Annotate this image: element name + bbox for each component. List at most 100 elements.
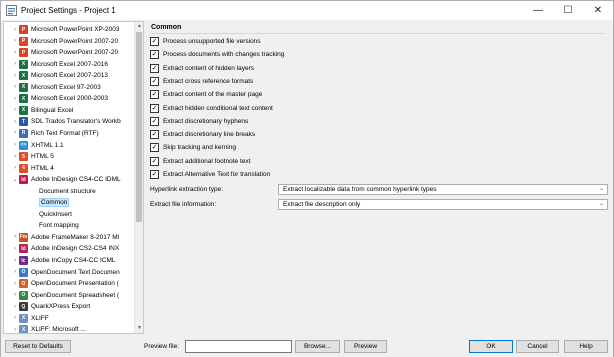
expand-arrow-icon[interactable]: › [11, 154, 19, 160]
close-button[interactable]: ✕ [583, 1, 613, 20]
expand-arrow-icon[interactable]: › [11, 258, 19, 264]
tree-item[interactable]: › X Bilingual Excel [4, 105, 135, 116]
tree-scrollbar[interactable]: ▲ ▼ [134, 22, 143, 333]
checkbox-check-icon[interactable]: ✓ [150, 90, 159, 100]
scrollbar-thumb[interactable] [136, 32, 142, 222]
option-checkbox[interactable]: ✓ Skip tracking and kerning [150, 142, 236, 153]
tree-item[interactable]: ⌄ Id Adobe InDesign CS4-CC IDML [4, 174, 135, 185]
tree-item[interactable]: › 4 HTML 4 [4, 163, 135, 174]
expand-arrow-icon[interactable]: › [11, 73, 19, 79]
option-checkbox[interactable]: ✓ Extract content of hidden layers [150, 63, 254, 74]
expand-arrow-icon[interactable]: › [11, 50, 19, 56]
cancel-button[interactable]: Cancel [516, 340, 559, 353]
option-checkbox[interactable]: ✓ Extract discretionary hyphens [150, 116, 248, 127]
option-checkbox[interactable]: ✓ Extract Alternative Text for translatio… [150, 169, 270, 180]
expand-arrow-icon[interactable]: › [11, 38, 19, 44]
expand-arrow-icon[interactable]: › [11, 281, 19, 287]
expand-arrow-icon[interactable]: › [11, 304, 19, 310]
tree-item[interactable]: › X XLIFF: Microsoft ... [4, 324, 135, 333]
tree-item-label: QuarkXPress Export [31, 303, 91, 311]
settings-tree[interactable]: › P Microsoft PowerPoint XP-2003 › P Microsof… [3, 21, 144, 334]
expand-arrow-icon[interactable]: › [11, 165, 19, 171]
tree-item[interactable]: › O OpenDocument Presentation ( [4, 278, 135, 289]
checkbox-check-icon[interactable]: ✓ [150, 37, 159, 46]
dialog-content: › P Microsoft PowerPoint XP-2003 › P Microsof… [1, 20, 613, 336]
expand-arrow-icon[interactable]: › [11, 119, 19, 125]
scroll-down-arrow-icon[interactable]: ▼ [135, 324, 143, 333]
option-checkbox[interactable]: ✓ Process unsupported file versions [150, 36, 261, 47]
collapse-arrow-icon[interactable]: ⌄ [11, 176, 19, 183]
checkbox-label: Extract Alternative Text for translation [163, 171, 271, 178]
checkbox-label: Extract hidden conditional text content [163, 104, 273, 112]
file-type-icon: Fm [19, 232, 28, 242]
help-button[interactable]: Help [564, 340, 608, 353]
scroll-up-arrow-icon[interactable]: ▲ [135, 22, 143, 31]
preview-file-label: Preview file: [144, 343, 180, 350]
tree-item[interactable]: › T SDL Trados Translator's Workb [4, 116, 135, 127]
tree-item[interactable]: › O OpenDocument Text Documen [4, 267, 135, 278]
checkbox-check-icon[interactable]: ✓ [150, 116, 159, 126]
checkbox-check-icon[interactable]: ✓ [150, 103, 159, 113]
checkbox-check-icon[interactable]: ✓ [150, 130, 159, 140]
expand-arrow-icon[interactable]: › [11, 315, 19, 321]
tree-item[interactable]: QuickInsert [4, 209, 135, 220]
tree-item[interactable]: › R Rich Text Format (RTF) [4, 128, 135, 139]
ok-button[interactable]: OK [469, 340, 513, 353]
tree-item[interactable]: Font mapping [4, 220, 135, 231]
preview-button[interactable]: Preview [344, 340, 387, 353]
tree-item[interactable]: › X XLIFF [4, 313, 135, 324]
checkbox-label: Extract content of hidden layers [163, 64, 255, 72]
close-icon: ✕ [593, 5, 603, 16]
tree-item[interactable]: › Id Adobe InDesign CS2-CS4 INX [4, 243, 135, 254]
maximize-button[interactable]: ☐ [553, 1, 583, 20]
tree-item[interactable]: › X Microsoft Excel 2000-2003 [4, 93, 135, 104]
tree-item[interactable]: › Ic Adobe InCopy CS4-CC ICML [4, 255, 135, 266]
tree-item[interactable]: › P Microsoft PowerPoint XP-2003 [4, 24, 135, 35]
tree-item[interactable]: Document structure [4, 186, 135, 197]
file-information-select[interactable]: Extract file description only ⌄ [278, 199, 608, 210]
expand-arrow-icon[interactable]: › [11, 107, 19, 113]
hyperlink-extraction-label: Hyperlink extraction type: [150, 186, 223, 193]
expand-arrow-icon[interactable]: › [11, 27, 19, 33]
tree-item[interactable]: Common [4, 197, 135, 208]
expand-arrow-icon[interactable]: › [11, 246, 19, 252]
option-checkbox[interactable]: ✓ Extract hidden conditional text content [150, 103, 273, 114]
checkbox-check-icon[interactable]: ✓ [150, 143, 159, 153]
tree-item[interactable]: › P Microsoft PowerPoint 2007-20 [4, 47, 135, 58]
tree-item[interactable]: › X Microsoft Excel 2007-2016 [4, 59, 135, 70]
tree-item[interactable]: › O OpenDocument Spreadsheet ( [4, 290, 135, 301]
window-title: Project Settings - Project 1 [21, 6, 116, 15]
checkbox-check-icon[interactable]: ✓ [150, 76, 159, 86]
expand-arrow-icon[interactable]: › [11, 327, 19, 333]
hyperlink-extraction-select[interactable]: Extract localizable data from common hyp… [278, 184, 608, 195]
expand-arrow-icon[interactable]: › [11, 292, 19, 298]
expand-arrow-icon[interactable]: › [11, 234, 19, 240]
expand-arrow-icon[interactable]: › [11, 96, 19, 102]
checkbox-check-icon[interactable]: ✓ [150, 170, 159, 179]
expand-arrow-icon[interactable]: › [11, 130, 19, 136]
preview-file-input[interactable] [185, 340, 292, 353]
option-checkbox[interactable]: ✓ Extract content of the master page [150, 89, 262, 100]
reset-to-defaults-button[interactable]: Reset to Defaults [5, 340, 71, 353]
option-checkbox[interactable]: ✓ Extract cross reference formats [150, 76, 253, 87]
minimize-button[interactable]: — [523, 1, 553, 20]
expand-arrow-icon[interactable]: › [11, 269, 19, 275]
checkbox-check-icon[interactable]: ✓ [150, 50, 159, 60]
option-checkbox[interactable]: ✓ Process documents with changes tracking [150, 49, 284, 60]
browse-button[interactable]: Browse... [295, 340, 340, 353]
tree-item[interactable]: › X Microsoft Excel 2007-2013 [4, 70, 135, 81]
tree-item[interactable]: › <> XHTML 1.1 [4, 140, 135, 151]
tree-item[interactable]: › Q QuarkXPress Export [4, 301, 135, 312]
tree-item[interactable]: › X Microsoft Excel 97-2003 [4, 82, 135, 93]
expand-arrow-icon[interactable]: › [11, 142, 19, 148]
tree-item[interactable]: › P Microsoft PowerPoint 2007-20 [4, 36, 135, 47]
expand-arrow-icon[interactable]: › [11, 84, 19, 90]
tree-item[interactable]: › Fm Adobe FrameMaker 8-2017 MI [4, 232, 135, 243]
option-checkbox[interactable]: ✓ Extract discretionary line breaks [150, 129, 255, 140]
option-checkbox[interactable]: ✓ Extract additional footnote text [150, 156, 250, 167]
expand-arrow-icon[interactable]: › [11, 61, 19, 67]
file-type-icon: P [19, 36, 28, 46]
checkbox-check-icon[interactable]: ✓ [150, 156, 159, 166]
tree-item[interactable]: › 5 HTML 5 [4, 151, 135, 162]
checkbox-check-icon[interactable]: ✓ [150, 63, 159, 73]
